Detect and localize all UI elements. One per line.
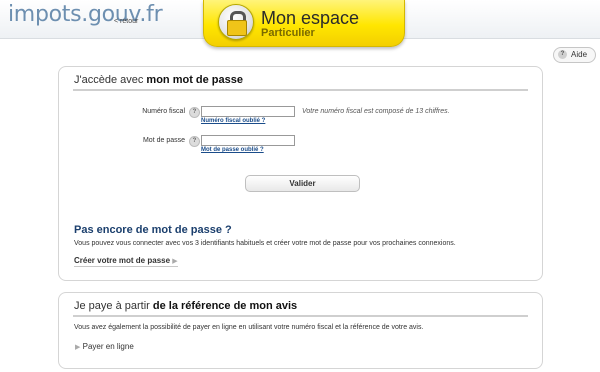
no-password-heading: Pas encore de mot de passe ? xyxy=(74,224,232,236)
divider xyxy=(73,315,528,317)
validate-button[interactable]: Valider xyxy=(245,175,360,192)
login-panel-title: J'accède avec mon mot de passe xyxy=(74,74,243,86)
triangle-right-icon: ▶ xyxy=(75,344,81,351)
fiscal-helper-text: Votre numéro fiscal est composé de 13 ch… xyxy=(302,108,450,115)
password-forgot-link[interactable]: Mot de passe oublié ? xyxy=(201,147,264,153)
pay-panel-title: Je paye à partir de la référence de mon … xyxy=(74,300,298,312)
triangle-right-icon: ▶ xyxy=(172,258,178,265)
fiscal-forgot-link[interactable]: Numéro fiscal oublié ? xyxy=(201,118,265,124)
pay-description: Vous avez également la possibilité de pa… xyxy=(74,324,424,331)
mon-espace-banner: Mon espace Particulier xyxy=(203,0,405,47)
login-panel: J'accède avec mon mot de passe Numéro fi… xyxy=(58,66,543,281)
password-label: Mot de passe xyxy=(142,137,185,144)
fiscal-number-label: Numéro fiscal xyxy=(142,108,185,115)
question-icon: ? xyxy=(558,50,567,59)
fiscal-help-icon[interactable]: ? xyxy=(189,107,200,118)
password-input[interactable] xyxy=(201,135,295,146)
password-help-icon[interactable]: ? xyxy=(189,136,200,147)
help-label: Aide xyxy=(571,50,588,59)
impots-logo[interactable]: impots.gouv.fr xyxy=(8,2,163,27)
back-link[interactable]: < retour xyxy=(114,18,138,25)
fiscal-number-input[interactable] xyxy=(201,106,295,117)
create-password-link[interactable]: Créer votre mot de passe ▶ xyxy=(74,256,178,267)
espace-subtitle: Particulier xyxy=(261,27,315,39)
lock-icon xyxy=(218,4,254,40)
no-password-text: Vous pouvez vous connecter avec vos 3 id… xyxy=(74,240,456,247)
pay-panel: Je paye à partir de la référence de mon … xyxy=(58,292,543,369)
divider xyxy=(73,89,528,91)
help-button[interactable]: ? Aide xyxy=(553,47,596,63)
espace-title: Mon espace xyxy=(261,8,360,28)
pay-online-link[interactable]: ▶ Payer en ligne xyxy=(75,342,134,351)
